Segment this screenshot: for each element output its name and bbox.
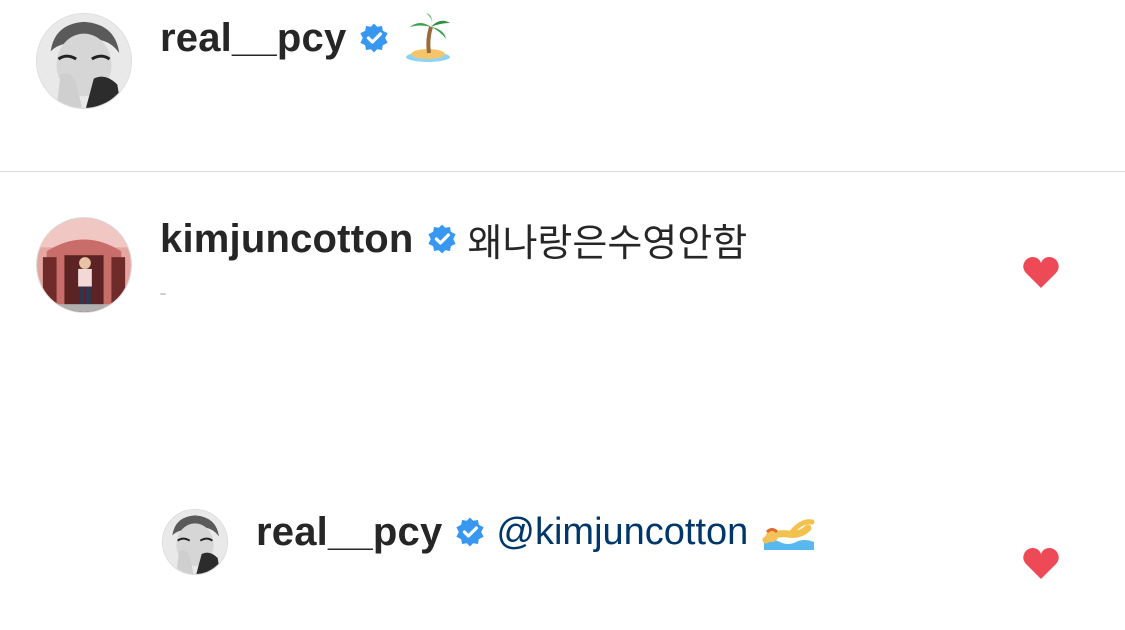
comment-header: real__pcy	[160, 13, 452, 63]
profile-photo	[163, 510, 227, 574]
swimmer-emoji-icon	[762, 512, 816, 552]
mention-link[interactable]: @kimjuncotton	[496, 511, 748, 554]
comment-header: kimjuncotton 왜나랑은수영안함	[160, 214, 748, 265]
avatar-real-pcy[interactable]	[36, 13, 132, 109]
profile-photo	[37, 14, 131, 108]
profile-photo	[37, 218, 131, 312]
like-heart-icon[interactable]	[1022, 255, 1060, 289]
desert-island-emoji-icon	[404, 13, 452, 63]
verified-badge-icon	[358, 22, 390, 54]
verified-badge-icon	[454, 516, 486, 548]
avatar-kimjuncotton[interactable]	[36, 217, 132, 313]
comment-divider	[0, 171, 1125, 172]
verified-badge-icon	[426, 223, 458, 255]
divider-mark	[160, 293, 166, 295]
reply-header: real__pcy @kimjuncotton	[256, 506, 816, 558]
avatar-real-pcy-reply[interactable]	[162, 509, 228, 575]
comment-text: 왜나랑은수영안함	[467, 222, 748, 265]
reply-username[interactable]: real__pcy	[256, 510, 442, 555]
comment-username[interactable]: kimjuncotton	[160, 217, 414, 262]
comment-username[interactable]: real__pcy	[160, 16, 346, 61]
like-heart-icon[interactable]	[1022, 546, 1060, 580]
